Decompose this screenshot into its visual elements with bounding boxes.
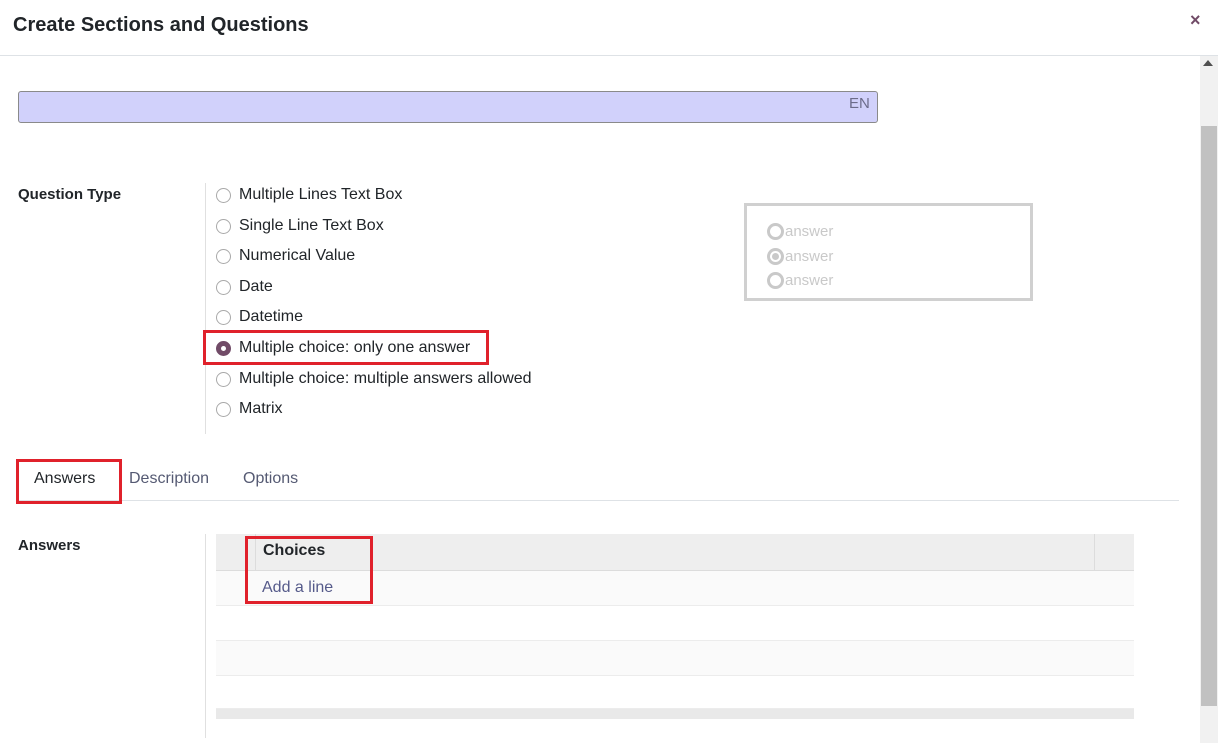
- preview-radio-selected-icon: [767, 247, 784, 265]
- radio-numerical-value[interactable]: Numerical Value: [216, 245, 355, 267]
- tab-options[interactable]: Options: [243, 470, 298, 488]
- radio-label: Numerical Value: [239, 247, 356, 264]
- choices-highlight: [245, 536, 373, 604]
- preview-answer-row: answer: [767, 269, 833, 291]
- column-separator: [1094, 534, 1095, 571]
- table-row: [216, 641, 1134, 676]
- radio-multiple-lines-text-box[interactable]: Multiple Lines Text Box: [216, 184, 402, 206]
- radio-circle-icon[interactable]: [216, 279, 231, 295]
- selected-option-highlight: [203, 330, 489, 365]
- radio-label: Multiple Lines Text Box: [239, 186, 403, 203]
- scroll-up-arrow-icon[interactable]: [1203, 60, 1213, 66]
- radio-circle-icon[interactable]: [216, 187, 231, 203]
- preview-answer-label: answer: [785, 247, 834, 265]
- radio-multiple-choice-multiple-answers[interactable]: Multiple choice: multiple answers allowe…: [216, 368, 532, 390]
- preview-answer-label: answer: [785, 222, 834, 240]
- preview-answer-row: answer: [767, 220, 833, 242]
- scrollbar-thumb[interactable]: [1201, 126, 1217, 706]
- field-divider: [205, 534, 206, 738]
- close-icon[interactable]: ×: [1190, 10, 1201, 31]
- preview-answer-label: answer: [785, 271, 834, 289]
- radio-matrix[interactable]: Matrix: [216, 398, 283, 420]
- tab-description[interactable]: Description: [129, 470, 209, 488]
- question-type-preview: answer answer answer: [744, 203, 1033, 301]
- radio-circle-icon[interactable]: [216, 248, 231, 264]
- answers-table-footer: [216, 709, 1134, 719]
- table-row: [216, 676, 1134, 709]
- question-title-input[interactable]: [18, 91, 878, 123]
- radio-datetime[interactable]: Datetime: [216, 306, 303, 328]
- preview-radio-icon: [767, 222, 784, 240]
- radio-circle-icon[interactable]: [216, 218, 231, 234]
- table-row: [216, 606, 1134, 641]
- radio-circle-icon[interactable]: [216, 401, 231, 417]
- radio-label: Datetime: [239, 308, 304, 325]
- radio-circle-icon[interactable]: [216, 371, 231, 387]
- answers-tab-highlight: [16, 459, 122, 504]
- preview-answer-row: answer: [767, 245, 833, 267]
- preview-radio-icon: [767, 271, 784, 289]
- question-type-label: Question Type: [18, 186, 122, 203]
- answers-label: Answers: [18, 537, 81, 554]
- language-badge[interactable]: EN: [849, 95, 870, 112]
- dialog-title: Create Sections and Questions: [13, 14, 309, 36]
- radio-label: Date: [239, 278, 273, 295]
- tabs-underline: [18, 500, 1179, 501]
- radio-label: Matrix: [239, 400, 283, 417]
- field-divider: [205, 183, 206, 434]
- radio-date[interactable]: Date: [216, 276, 273, 298]
- radio-single-line-text-box[interactable]: Single Line Text Box: [216, 215, 384, 237]
- radio-label: Multiple choice: multiple answers allowe…: [239, 370, 532, 387]
- radio-circle-icon[interactable]: [216, 309, 231, 325]
- radio-label: Single Line Text Box: [239, 217, 384, 234]
- dialog-header: Create Sections and Questions ×: [0, 0, 1218, 56]
